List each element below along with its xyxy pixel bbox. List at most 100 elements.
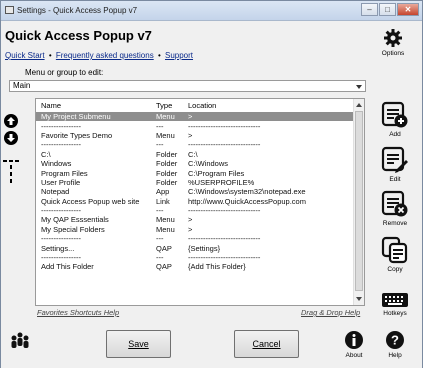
remove-label: Remove <box>382 220 408 227</box>
gear-icon <box>384 29 402 47</box>
separator-icon <box>3 160 19 162</box>
minimize-button[interactable]: – <box>361 3 378 16</box>
help-icon: ? <box>386 331 404 349</box>
hotkeys-button[interactable]: Hotkeys <box>377 292 413 317</box>
column-header-location[interactable]: Location <box>183 99 354 112</box>
scroll-down-icon[interactable] <box>356 297 362 301</box>
cell-location: C:\ <box>188 149 198 159</box>
list-row[interactable]: ---------------- --- ---------------------… <box>36 140 354 149</box>
link-separator: • <box>48 51 52 60</box>
list-row[interactable]: My Special Folders Menu > <box>36 225 354 234</box>
list-row[interactable]: Program Files Folder C:\Program Files <box>36 168 354 178</box>
cell-name: Program Files <box>41 168 88 178</box>
info-icon <box>345 331 363 349</box>
column-header-type[interactable]: Type <box>151 99 183 112</box>
save-button[interactable]: Save <box>106 330 171 358</box>
cell-location: ----------------------------- <box>188 234 261 244</box>
cell-type: --- <box>156 206 164 216</box>
list-row[interactable]: Notepad App C:\Windows\system32\notepad.ex… <box>36 187 354 196</box>
support-link[interactable]: Support <box>165 51 193 60</box>
cell-location: {Add This Folder} <box>188 262 246 272</box>
cell-name: ---------------- <box>41 253 81 263</box>
cell-name: Quick Access Popup web site <box>41 196 140 206</box>
chevron-down-icon <box>356 85 362 89</box>
cell-type: --- <box>156 234 164 244</box>
list-scrollbar[interactable] <box>353 99 364 305</box>
cell-type: Menu <box>156 130 175 140</box>
add-separator-button[interactable] <box>3 156 19 165</box>
cell-type: --- <box>156 121 164 131</box>
title-bar: Settings - Quick Access Popup v7 – □ ✕ <box>1 1 422 21</box>
cell-name: User Profile <box>41 177 81 187</box>
list-row[interactable]: Add This Folder QAP {Add This Folder} <box>36 262 354 271</box>
move-up-button[interactable] <box>4 114 18 128</box>
cell-name: ---------------- <box>41 140 81 150</box>
list-row[interactable]: ---------------- --- ---------------------… <box>36 206 354 215</box>
add-favorite-icon <box>381 101 408 128</box>
cell-location: C:\Program Files <box>188 168 245 178</box>
svg-text:?: ? <box>391 333 399 348</box>
faq-link[interactable]: Frequently asked questions <box>56 51 154 60</box>
cell-location: C:\Windows <box>188 159 229 169</box>
list-row[interactable]: ---------------- --- ---------------------… <box>36 253 354 262</box>
column-header-name[interactable]: Name <box>36 99 151 112</box>
close-button[interactable]: ✕ <box>397 3 419 16</box>
cell-type: Link <box>156 196 170 206</box>
app-icon <box>5 6 14 14</box>
list-row[interactable]: ---------------- --- ---------------------… <box>36 121 354 131</box>
scroll-up-icon[interactable] <box>356 103 362 107</box>
quick-start-link[interactable]: Quick Start <box>5 51 45 60</box>
about-button[interactable]: About <box>336 330 372 359</box>
drag-drop-help-link[interactable]: Drag & Drop Help <box>301 308 360 317</box>
scroll-thumb[interactable] <box>355 111 363 291</box>
arrow-down-icon <box>7 134 15 142</box>
cell-location: ----------------------------- <box>188 121 261 131</box>
remove-button[interactable]: Remove <box>377 190 413 227</box>
list-row[interactable]: Windows Folder C:\Windows <box>36 159 354 168</box>
cell-type: Menu <box>156 215 175 225</box>
list-row[interactable]: User Profile Folder %USERPROFILE% <box>36 178 354 187</box>
cell-type: QAP <box>156 262 172 272</box>
cell-type: Menu <box>156 224 175 234</box>
edit-favorite-icon <box>381 146 408 173</box>
cell-name: My Special Folders <box>41 224 105 234</box>
favorites-list[interactable]: Name Type Location My Project Submenu Men… <box>35 98 365 306</box>
menu-select-value: Main <box>13 81 31 90</box>
list-row[interactable]: Quick Access Popup web site Link http://ww… <box>36 197 354 206</box>
favorites-shortcuts-help-link[interactable]: Favorites Shortcuts Help <box>37 308 119 317</box>
list-row[interactable]: ---------------- --- ---------------------… <box>36 234 354 243</box>
cell-location: http://www.QuickAccessPopup.com <box>188 196 306 206</box>
list-row[interactable]: Settings... QAP {Settings} <box>36 243 354 253</box>
cell-name: Add This Folder <box>41 262 94 272</box>
menu-select-dropdown[interactable]: Main <box>9 80 366 92</box>
copy-button[interactable]: Copy <box>377 236 413 273</box>
edit-button[interactable]: Edit <box>377 146 413 183</box>
cell-type: Folder <box>156 168 178 178</box>
options-button[interactable]: Options <box>378 28 408 57</box>
list-row[interactable]: My QAP Esssentials Menu > <box>36 215 354 224</box>
arrow-up-icon <box>7 117 15 125</box>
list-row[interactable]: C:\ Folder C:\ <box>36 150 354 159</box>
settings-window: Settings - Quick Access Popup v7 – □ ✕ Q… <box>0 0 423 368</box>
cell-name: ---------------- <box>41 206 81 216</box>
add-column-break-button[interactable] <box>9 165 13 187</box>
cell-location: ----------------------------- <box>188 253 261 263</box>
cell-name: Notepad <box>41 187 70 197</box>
list-row[interactable]: Favorite Types Demo Menu > <box>36 131 354 140</box>
help-label: Help <box>388 352 402 359</box>
about-label: About <box>345 352 363 359</box>
cell-name: ---------------- <box>41 121 81 131</box>
cancel-button[interactable]: Cancel <box>234 330 299 358</box>
donate-button[interactable] <box>9 332 31 352</box>
copy-favorite-icon <box>381 236 408 264</box>
list-row[interactable]: My Project Submenu Menu > <box>36 112 354 122</box>
client-area: Quick Access Popup v7 Quick Start • Freq… <box>1 22 422 368</box>
cell-location: > <box>188 130 193 140</box>
maximize-button[interactable]: □ <box>379 3 396 16</box>
cell-name: ---------------- <box>41 234 81 244</box>
save-button-label: Save <box>128 339 149 349</box>
move-down-button[interactable] <box>4 131 18 145</box>
help-links: Quick Start • Frequently asked questions… <box>5 51 193 60</box>
help-button[interactable]: ? Help <box>377 330 413 359</box>
add-button[interactable]: Add <box>377 101 413 138</box>
